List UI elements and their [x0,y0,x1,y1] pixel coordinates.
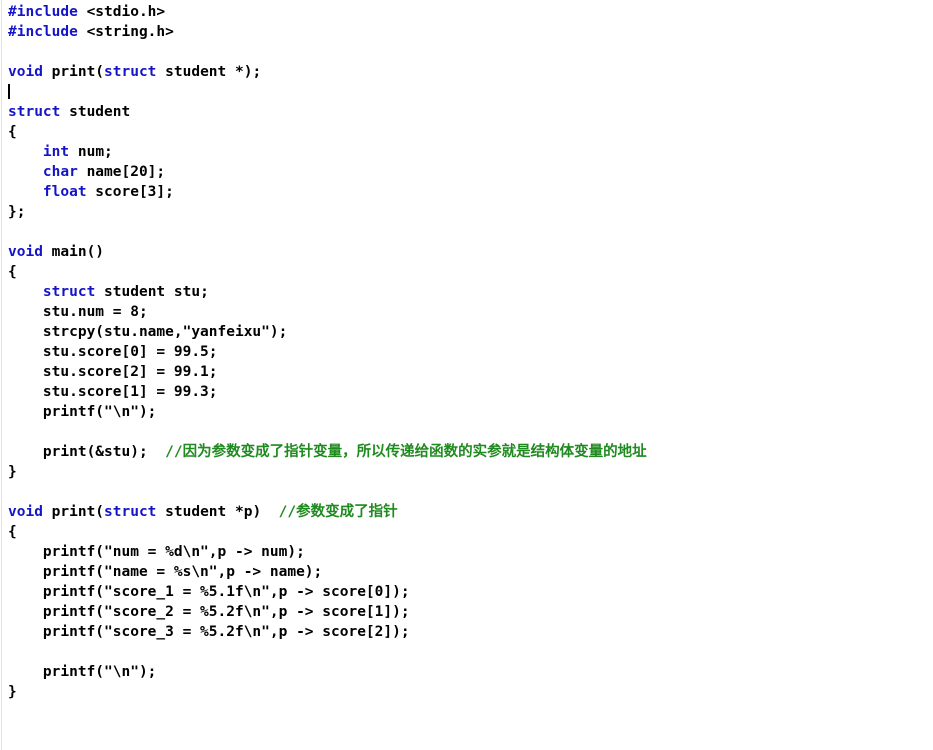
code-token-plain: num; [69,144,113,160]
code-token-plain: printf("\n"); [8,664,157,680]
code-line[interactable]: float score[3]; [8,182,933,202]
code-token-plain: } [8,684,17,700]
code-line[interactable]: } [8,682,933,702]
code-token-plain: strcpy(stu.name,"yanfeixu"); [8,324,288,340]
code-line[interactable]: printf("\n"); [8,402,933,422]
code-token-plain: { [8,524,17,540]
code-token-plain: printf("num = %d\n",p -> num); [8,544,305,560]
code-line[interactable]: printf("score_1 = %5.1f\n",p -> score[0]… [8,582,933,602]
code-line[interactable]: char name[20]; [8,162,933,182]
code-token-kw: void [8,64,43,80]
code-line[interactable]: void print(struct student *p) //参数变成了指针 [8,502,933,522]
code-token-plain: } [8,464,17,480]
code-token-kw: void [8,504,43,520]
code-token-kw: #include [8,4,78,20]
code-line[interactable]: int num; [8,142,933,162]
code-token-plain: print( [42,64,105,80]
code-line[interactable]: printf("score_2 = %5.2f\n",p -> score[1]… [8,602,933,622]
code-line[interactable]: struct student stu; [8,282,933,302]
code-token-plain: stu.num = 8; [8,304,148,320]
code-line[interactable] [8,82,933,102]
text-cursor-caret [8,84,10,99]
code-line[interactable]: { [8,262,933,282]
code-token-plain: printf("\n"); [8,404,157,420]
code-token-comment: //因为参数变成了指针变量，所以传递给函数的实参就是结构体变量的地址 [165,444,647,460]
code-token-plain: student *); [156,64,262,80]
code-line[interactable]: printf("score_3 = %5.2f\n",p -> score[2]… [8,622,933,642]
code-token-plain: stu.score[0] = 99.5; [8,344,218,360]
code-token-plain: printf("score_1 = %5.1f\n",p -> score[0]… [8,584,410,600]
code-token-plain: printf("name = %s\n",p -> name); [8,564,323,580]
code-token-plain: main() [42,244,105,260]
code-text-area[interactable]: #include <stdio.h> #include <string.h> vo… [0,0,933,702]
code-token-plain: student [60,104,131,120]
code-line[interactable]: printf("num = %d\n",p -> num); [8,542,933,562]
code-token-plain: printf("score_2 = %5.2f\n",p -> score[1]… [8,604,410,620]
code-token-kw: char [42,164,78,180]
code-line[interactable]: printf("\n"); [8,662,933,682]
code-token-kw: struct [104,64,157,80]
code-line[interactable] [8,422,933,442]
code-token-plain: { [8,264,17,280]
code-line[interactable]: stu.score[0] = 99.5; [8,342,933,362]
code-token-kw: #include [8,24,78,40]
code-token-plain: { [8,124,17,140]
code-token-plain: print( [42,504,105,520]
code-token-kw: struct [104,504,157,520]
code-line[interactable]: stu.score[2] = 99.1; [8,362,933,382]
code-token-kw: float [42,184,87,200]
code-line[interactable] [8,642,933,662]
code-token-plain: print(&stu); [8,444,166,460]
code-line[interactable]: } [8,462,933,482]
code-line[interactable]: stu.score[1] = 99.3; [8,382,933,402]
code-line[interactable] [8,482,933,502]
code-token-plain: stu.score[1] = 99.3; [8,384,218,400]
code-token-kw: int [42,144,70,160]
code-token-plain: <stdio.h> [77,4,166,20]
code-token-plain: stu.score[2] = 99.1; [8,364,218,380]
code-line[interactable]: print(&stu); //因为参数变成了指针变量，所以传递给函数的实参就是结… [8,442,933,462]
code-token-plain: }; [8,204,26,220]
code-line[interactable] [8,222,933,242]
code-token-plain: student stu; [95,284,209,300]
code-token-plain: <string.h> [77,24,174,40]
code-line[interactable]: { [8,122,933,142]
code-token-comment: //参数变成了指针 [278,504,398,520]
code-line[interactable]: #include <string.h> [8,22,933,42]
code-line[interactable]: strcpy(stu.name,"yanfeixu"); [8,322,933,342]
code-line[interactable] [8,42,933,62]
code-token-kw: struct [42,284,96,300]
code-token-plain: name[20]; [77,164,166,180]
code-line[interactable]: { [8,522,933,542]
code-token-plain: score[3]; [86,184,174,200]
code-token-plain: printf("score_3 = %5.2f\n",p -> score[2]… [8,624,410,640]
code-line[interactable]: }; [8,202,933,222]
code-line[interactable]: #include <stdio.h> [8,2,933,22]
code-line[interactable]: void main() [8,242,933,262]
code-line[interactable]: struct student [8,102,933,122]
code-token-kw: void [8,244,43,260]
code-line[interactable]: stu.num = 8; [8,302,933,322]
code-line[interactable]: printf("name = %s\n",p -> name); [8,562,933,582]
code-token-kw: struct [8,104,61,120]
code-token-plain: student *p) [156,504,279,520]
code-line[interactable]: void print(struct student *); [8,62,933,82]
code-editor[interactable]: #include <stdio.h> #include <string.h> vo… [0,0,933,750]
